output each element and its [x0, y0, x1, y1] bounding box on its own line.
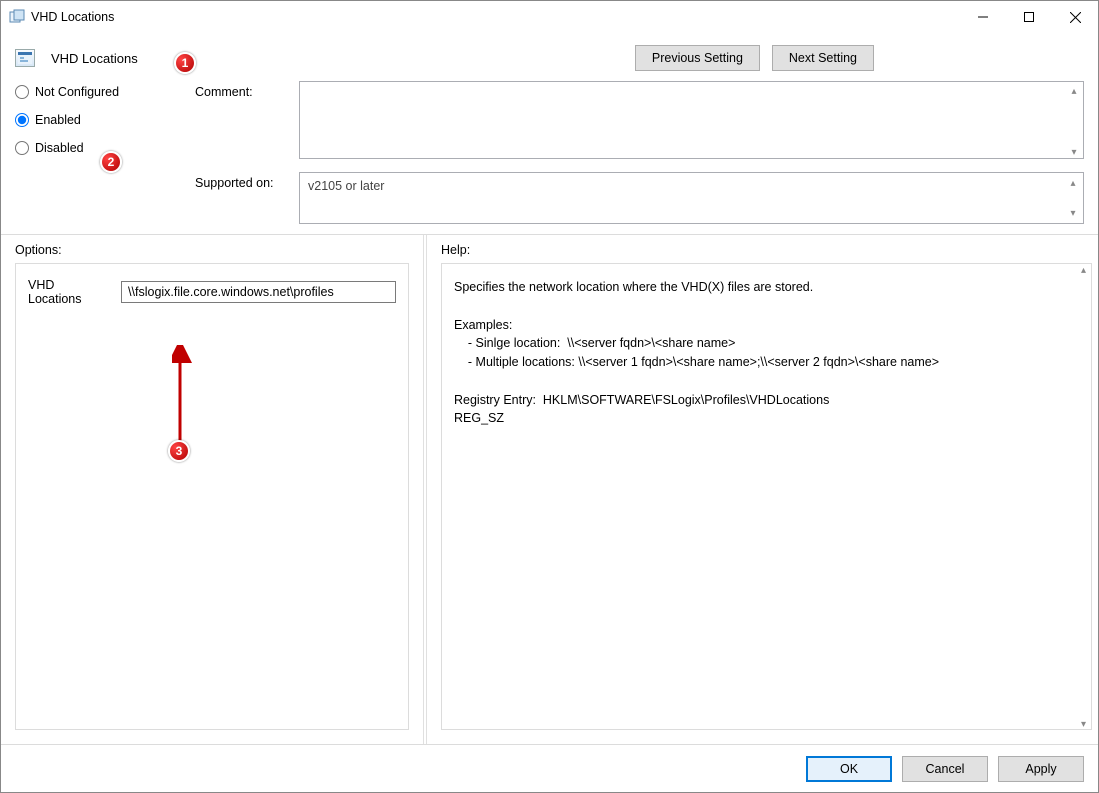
cancel-button[interactable]: Cancel [902, 756, 988, 782]
radio-not-configured[interactable]: Not Configured [15, 85, 175, 99]
options-panel-title: Options: [1, 235, 423, 263]
maximize-button[interactable] [1006, 1, 1052, 33]
help-text: Specifies the network location where the… [454, 278, 1065, 428]
ok-button[interactable]: OK [806, 756, 892, 782]
app-icon [9, 9, 25, 25]
window-controls [960, 1, 1098, 33]
supported-on-value: v2105 or later ▴ ▾ [299, 172, 1084, 224]
options-panel: Options: VHD Locations [1, 235, 427, 744]
help-panel-title: Help: [427, 235, 1098, 263]
setting-header-area: VHD Locations Previous Setting Next Sett… [1, 33, 1098, 235]
titlebar: VHD Locations [1, 1, 1098, 33]
previous-setting-button[interactable]: Previous Setting [635, 45, 760, 71]
scroll-down-icon: ▾ [1081, 719, 1086, 730]
help-scrollbar[interactable]: ▴ ▾ [1075, 265, 1092, 730]
dialog-button-bar: OK Cancel Apply [1, 744, 1098, 792]
vhd-locations-input[interactable] [121, 281, 396, 303]
radio-disabled-input[interactable] [15, 141, 29, 155]
radio-not-configured-label: Not Configured [35, 85, 119, 99]
radio-enabled-input[interactable] [15, 113, 29, 127]
help-panel: Help: Specifies the network location whe… [427, 235, 1098, 744]
scroll-up-icon: ▴ [1081, 265, 1086, 276]
close-button[interactable] [1052, 1, 1098, 33]
radio-not-configured-input[interactable] [15, 85, 29, 99]
state-radio-group: Not Configured Enabled Disabled [15, 81, 175, 224]
next-setting-button[interactable]: Next Setting [772, 45, 874, 71]
apply-button[interactable]: Apply [998, 756, 1084, 782]
radio-disabled-label: Disabled [35, 141, 84, 155]
supported-on-label: Supported on: [195, 172, 287, 190]
vhd-locations-label: VHD Locations [28, 278, 111, 306]
scroll-up-icon: ▴ [1065, 175, 1081, 191]
radio-enabled[interactable]: Enabled [15, 113, 175, 127]
gpo-setting-dialog: VHD Locations VHD Locations Previous Set… [0, 0, 1099, 793]
policy-icon [15, 49, 35, 67]
supported-on-text: v2105 or later [308, 179, 384, 193]
radio-enabled-label: Enabled [35, 113, 81, 127]
comment-label: Comment: [195, 81, 287, 99]
annotation-marker-3: 3 [168, 440, 190, 462]
annotation-marker-1: 1 [174, 52, 196, 74]
annotation-marker-2: 2 [100, 151, 122, 173]
window-title: VHD Locations [31, 10, 114, 24]
scroll-down-icon: ▾ [1065, 205, 1081, 221]
radio-disabled[interactable]: Disabled [15, 141, 175, 155]
minimize-button[interactable] [960, 1, 1006, 33]
setting-title: VHD Locations [51, 51, 138, 66]
comment-textarea[interactable] [299, 81, 1084, 159]
